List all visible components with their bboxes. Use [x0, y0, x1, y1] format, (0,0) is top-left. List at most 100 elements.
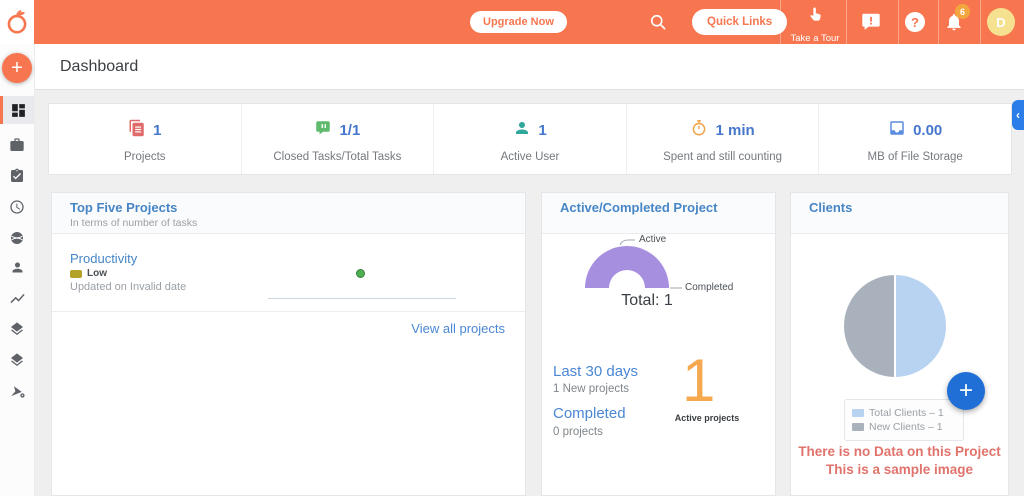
- take-a-tour-label: Take a Tour: [786, 33, 844, 44]
- clients-panel: Clients Total Clients – 1 New Clients – …: [790, 192, 1009, 496]
- sidebar-item-layers-1[interactable]: [0, 316, 34, 342]
- last-30-days-sub: 1 New projects: [553, 383, 629, 395]
- briefcase-icon: [9, 137, 25, 153]
- panel-header: Clients: [791, 193, 1008, 234]
- topbar-divider: [938, 0, 939, 44]
- panel-header: Top Five Projects In terms of number of …: [52, 193, 525, 234]
- sidebar-item-user[interactable]: [0, 254, 34, 280]
- legend-label: Total Clients – 1: [869, 407, 944, 419]
- stat-label: MB of File Storage: [868, 151, 963, 163]
- stat-label: Projects: [124, 151, 166, 163]
- clients-pie-chart: [842, 273, 948, 379]
- layers-icon: [9, 321, 25, 337]
- stat-label: Spent and still counting: [663, 151, 782, 163]
- priority-label: Low: [87, 268, 107, 279]
- documents-icon: [128, 119, 146, 142]
- panel-header: Active/Completed Project: [542, 193, 775, 234]
- task-bubble-icon: [314, 119, 332, 142]
- activity-line-icon: [9, 290, 26, 307]
- stat-time-spent: 1 min Spent and still counting: [627, 104, 820, 174]
- left-sidebar: +: [0, 44, 35, 496]
- stat-label: Active User: [501, 151, 560, 163]
- stat-tasks: 1/1 Closed Tasks/Total Tasks: [242, 104, 435, 174]
- stat-active-user: 1 Active User: [434, 104, 627, 174]
- app-logo[interactable]: [0, 0, 34, 44]
- stopwatch-icon: [690, 119, 708, 142]
- legend-swatch-total: [852, 409, 864, 417]
- upgrade-now-button[interactable]: Upgrade Now: [470, 11, 567, 33]
- sidebar-item-clock[interactable]: [0, 194, 34, 220]
- legend-row: New Clients – 1: [852, 421, 956, 433]
- stat-value: 0.00: [913, 122, 942, 139]
- user-icon: [10, 260, 25, 275]
- page-title: Dashboard: [60, 44, 138, 89]
- clock-icon: [9, 199, 25, 215]
- clipboard-check-icon: [9, 168, 25, 184]
- stats-row: 1 Projects 1/1 Closed Tasks/Total Tasks …: [48, 103, 1012, 175]
- stat-value: 1 min: [715, 122, 754, 139]
- add-new-button[interactable]: +: [2, 53, 32, 83]
- panel-footer-divider: [52, 311, 525, 312]
- stat-value: 1: [538, 122, 546, 139]
- legend-row: Total Clients – 1: [852, 407, 956, 419]
- stat-value: 1/1: [339, 122, 360, 139]
- pie-legend: Total Clients – 1 New Clients – 1: [844, 399, 964, 441]
- top-five-projects-panel: Top Five Projects In terms of number of …: [51, 192, 526, 496]
- sidebar-item-briefcase[interactable]: [0, 132, 34, 158]
- last-30-days-heading: Last 30 days: [553, 363, 638, 380]
- sidebar-item-layers-2[interactable]: [0, 347, 34, 373]
- donut-total-label: Total: 1: [587, 292, 707, 310]
- topbar-divider: [780, 0, 781, 44]
- active-projects-caption: Active projects: [667, 413, 747, 423]
- sidebar-item-dashboard[interactable]: [0, 96, 34, 124]
- hand-cursor-icon: [805, 13, 825, 30]
- sample-data-note-line1: There is no Data on this Project: [791, 443, 1008, 461]
- sample-data-note-line2: This is a sample image: [791, 461, 1008, 479]
- help-icon[interactable]: ?: [905, 12, 925, 32]
- dashboard-grid-icon: [10, 102, 27, 119]
- orange-fruit-logo-icon: [4, 8, 30, 36]
- take-a-tour-button[interactable]: Take a Tour: [786, 4, 844, 44]
- active-completed-panel: Active/Completed Project Active Complete…: [541, 192, 776, 496]
- collapse-panel-toggle[interactable]: ‹: [1012, 100, 1024, 130]
- panel-title: Top Five Projects: [70, 200, 177, 215]
- legend-label: New Clients – 1: [869, 421, 943, 433]
- sidebar-item-activity[interactable]: [0, 285, 34, 311]
- notification-count-badge: 6: [955, 4, 970, 19]
- stat-projects: 1 Projects: [49, 104, 242, 174]
- priority-swatch: [70, 270, 82, 278]
- sample-data-note: There is no Data on this Project This is…: [791, 443, 1008, 479]
- user-avatar[interactable]: D: [987, 8, 1015, 36]
- stat-label: Closed Tasks/Total Tasks: [273, 151, 401, 163]
- updated-text: Updated on Invalid date: [70, 281, 186, 293]
- add-client-button[interactable]: +: [947, 372, 985, 410]
- view-all-projects-link[interactable]: View all projects: [411, 321, 505, 336]
- topbar-divider: [980, 0, 981, 44]
- completed-sub: 0 projects: [553, 426, 603, 438]
- legend-swatch-new: [852, 423, 864, 431]
- quick-links-button[interactable]: Quick Links: [692, 9, 787, 35]
- pen-gear-icon: [9, 382, 26, 399]
- chart-baseline: [268, 298, 456, 299]
- active-projects-count: 1: [682, 351, 715, 411]
- sidebar-item-ball[interactable]: [0, 225, 34, 251]
- panel-title: Active/Completed Project: [560, 200, 718, 215]
- search-icon[interactable]: [648, 12, 668, 32]
- dashboard-page: Upgrade Now Quick Links Take a Tour ? 6 …: [0, 0, 1024, 496]
- person-icon: [513, 119, 531, 142]
- layers-icon: [9, 352, 25, 368]
- project-link[interactable]: Productivity: [70, 251, 137, 266]
- stat-storage: 0.00 MB of File Storage: [819, 104, 1011, 174]
- breadcrumb-bar: Dashboard: [34, 44, 1024, 90]
- topbar-divider: [898, 0, 899, 44]
- panel-subtitle: In terms of number of tasks: [70, 217, 197, 229]
- stat-value: 1: [153, 122, 161, 139]
- storage-tray-icon: [888, 119, 906, 142]
- feedback-bubble-icon[interactable]: [860, 11, 882, 33]
- priority-badge: Low: [70, 268, 107, 279]
- sidebar-item-pen-gear[interactable]: [0, 377, 34, 403]
- sidebar-item-clipboard[interactable]: [0, 163, 34, 189]
- active-slice-label: Active: [639, 234, 666, 245]
- completed-heading: Completed: [553, 405, 626, 422]
- top-bar: Upgrade Now Quick Links Take a Tour ? 6 …: [34, 0, 1024, 44]
